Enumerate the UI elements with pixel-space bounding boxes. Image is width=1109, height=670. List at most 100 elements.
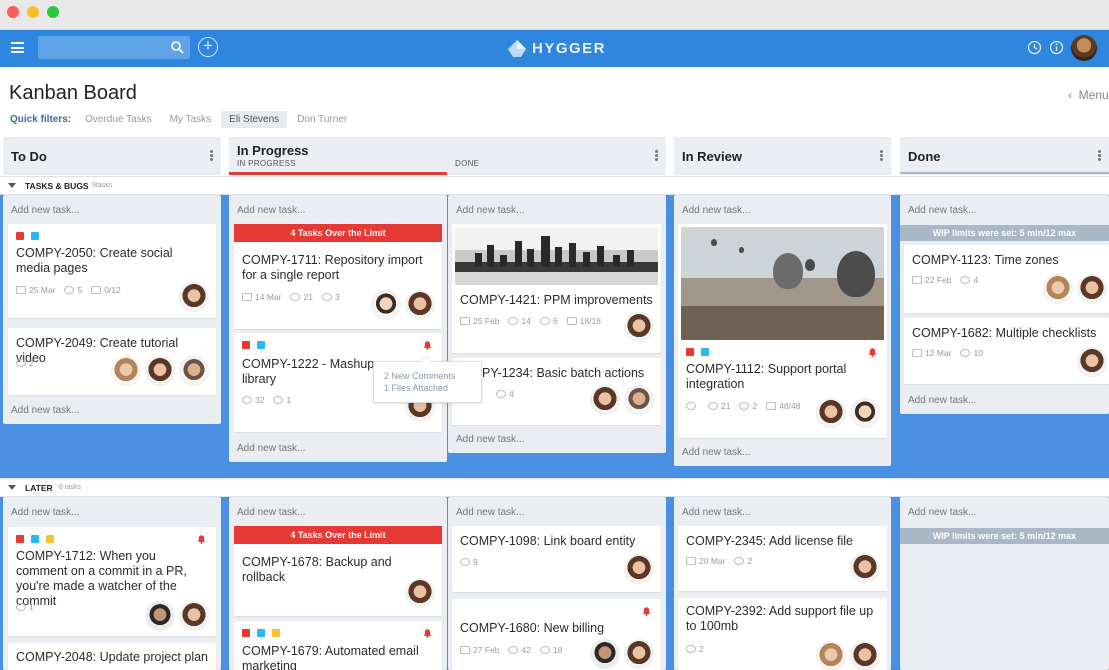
assignee-avatar[interactable]: [590, 385, 620, 415]
assignee-avatar[interactable]: [145, 356, 175, 386]
task-card[interactable]: COMPY-1712: When you comment on a commit…: [8, 527, 216, 636]
add-button[interactable]: +: [198, 37, 218, 57]
collapse-caret-icon[interactable]: [8, 183, 16, 188]
assignee-avatar[interactable]: [179, 356, 209, 386]
bell-notification-icon[interactable]: [423, 628, 432, 638]
user-avatar[interactable]: [1071, 35, 1097, 61]
add-task-link[interactable]: Add new task...: [456, 205, 524, 216]
assignee-avatar[interactable]: [405, 290, 435, 320]
attachment-count: 5: [77, 285, 83, 295]
bell-notification-icon[interactable]: [868, 347, 877, 357]
add-task-link[interactable]: Add new task...: [908, 205, 976, 216]
task-card[interactable]: COMPY-1112: Support portal integration 2…: [678, 224, 887, 438]
bell-notification-icon[interactable]: [423, 340, 432, 350]
assignee-avatar[interactable]: [624, 554, 654, 584]
add-task-link[interactable]: Add new task...: [908, 507, 976, 518]
logo-icon: [508, 40, 526, 57]
card-cover-image: [681, 227, 884, 340]
assignee-avatar[interactable]: [590, 639, 620, 669]
assignee-avatar[interactable]: [624, 312, 654, 342]
swimlane-count: 9tasks: [92, 182, 113, 189]
add-task-link[interactable]: Add new task...: [682, 205, 750, 216]
card-title: COMPY-1123: Time zones: [912, 253, 1059, 267]
assignee-avatar[interactable]: [850, 553, 880, 583]
column-menu-icon[interactable]: [655, 150, 658, 161]
filter-eli-stevens[interactable]: Eli Stevens: [221, 110, 288, 128]
assignee-avatar[interactable]: [624, 639, 654, 669]
column-header-done: Done: [900, 137, 1109, 175]
close-window-button[interactable]: [7, 6, 19, 18]
assignee-avatar[interactable]: [111, 356, 141, 386]
assignee-avatar[interactable]: [850, 398, 880, 428]
add-task-link[interactable]: Add new task...: [682, 447, 750, 458]
task-card[interactable]: COMPY-1098: Link board entity 9: [452, 526, 661, 592]
maximize-window-button[interactable]: [47, 6, 59, 18]
column-in-review: Add new task... COMPY-2345: Add license …: [674, 497, 891, 670]
eye-icon: [686, 402, 696, 410]
filter-overdue-tasks[interactable]: Overdue Tasks: [77, 111, 160, 128]
task-card[interactable]: COMPY-1421: PPM improvements 25 Feb 14 6…: [452, 224, 661, 353]
card-title: COMPY-2345: Add license file: [686, 534, 853, 548]
task-card[interactable]: COMPY-1680: New billing 27 Feb 42 18: [452, 599, 661, 670]
search-icon[interactable]: [170, 40, 184, 54]
task-card[interactable]: COMPY-2050: Create social media pages 25…: [8, 224, 216, 318]
bell-notification-icon[interactable]: [197, 534, 206, 544]
task-card[interactable]: COMPY-1682: Multiple checklists 12 Mar 1…: [904, 318, 1109, 384]
paperclip-icon: [539, 317, 550, 325]
menu-link[interactable]: ‹ Menu: [1068, 88, 1109, 102]
subcolumn-done[interactable]: DONE: [455, 159, 479, 168]
column-menu-icon[interactable]: [880, 150, 883, 161]
add-task-link[interactable]: Add new task...: [11, 205, 79, 216]
collapse-caret-icon[interactable]: [8, 485, 16, 490]
assignee-avatar[interactable]: [1077, 347, 1107, 377]
checklist-count: 0/12: [104, 285, 121, 295]
swimlane-later[interactable]: LATER 8 tasks: [0, 478, 1109, 497]
add-task-link[interactable]: Add new task...: [237, 205, 305, 216]
add-task-link[interactable]: Add new task...: [11, 405, 79, 416]
add-task-link[interactable]: Add new task...: [682, 507, 750, 518]
blue-tag: [701, 348, 709, 356]
add-task-link[interactable]: Add new task...: [908, 395, 976, 406]
yellow-tag: [46, 535, 54, 543]
subcolumn-in-progress[interactable]: IN PROGRESS: [237, 159, 296, 168]
assignee-avatar[interactable]: [624, 385, 654, 415]
search-input[interactable]: [38, 36, 190, 59]
add-task-link[interactable]: Add new task...: [456, 507, 524, 518]
task-card[interactable]: 4 Tasks Over the Limit COMPY-1678: Backu…: [234, 526, 442, 616]
quick-filters: Quick filters: Overdue Tasks My Tasks El…: [10, 110, 357, 128]
assignee-avatar[interactable]: [179, 282, 209, 312]
task-card[interactable]: 4 Tasks Over the Limit COMPY-1711: Repos…: [234, 224, 442, 329]
column-header-in-review: In Review: [674, 137, 891, 175]
assignee-avatar[interactable]: [1077, 274, 1107, 304]
assignee-avatar[interactable]: [405, 578, 435, 608]
assignee-avatar[interactable]: [816, 641, 846, 670]
task-card[interactable]: COMPY-2392: Add support file up to 100mb…: [678, 598, 887, 670]
hamburger-menu-icon[interactable]: [11, 42, 24, 53]
filter-my-tasks[interactable]: My Tasks: [162, 111, 220, 128]
task-card[interactable]: COMPY-2049: Create tutorial video 2: [8, 328, 216, 395]
clock-icon[interactable]: [1027, 40, 1042, 55]
column-menu-icon[interactable]: [210, 150, 213, 161]
filter-don-turner[interactable]: Don Turner: [289, 111, 355, 128]
assignee-avatar[interactable]: [371, 290, 401, 320]
column-in-progress-done: Add new task... COMPY-1098: Link board e…: [448, 497, 666, 670]
assignee-avatar[interactable]: [1043, 274, 1073, 304]
add-task-link[interactable]: Add new task...: [237, 507, 305, 518]
assignee-avatar[interactable]: [179, 601, 209, 631]
task-card[interactable]: COMPY-1679: Automated email marketing: [234, 621, 442, 670]
assignee-avatar[interactable]: [850, 641, 880, 670]
assignee-avatar[interactable]: [145, 601, 175, 631]
add-task-link[interactable]: Add new task...: [11, 507, 79, 518]
column-menu-icon[interactable]: [1098, 150, 1101, 161]
info-icon[interactable]: [1049, 40, 1064, 55]
task-card[interactable]: COMPY-2345: Add license file 20 Mar 2: [678, 526, 887, 591]
add-task-link[interactable]: Add new task...: [237, 443, 305, 454]
bell-notification-icon[interactable]: [642, 606, 651, 616]
task-card[interactable]: COMPY-2048: Update project plan: [8, 643, 216, 670]
add-task-link[interactable]: Add new task...: [456, 434, 524, 445]
swimlane-tasks-bugs[interactable]: TASKS & BUGS 9tasks: [0, 176, 1109, 195]
task-card[interactable]: PY-1234: Basic batch actions 4: [452, 358, 661, 425]
task-card[interactable]: COMPY-1123: Time zones 22 Feb 4: [904, 245, 1109, 313]
assignee-avatar[interactable]: [816, 398, 846, 428]
minimize-window-button[interactable]: [27, 6, 39, 18]
